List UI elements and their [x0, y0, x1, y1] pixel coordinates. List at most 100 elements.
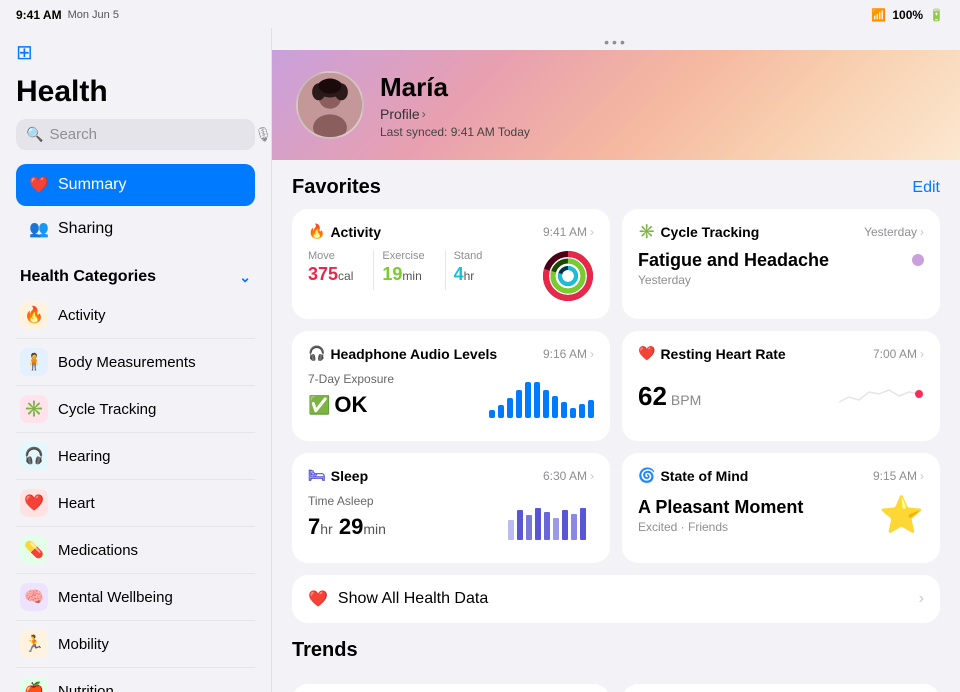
edit-button[interactable]: Edit: [912, 179, 940, 197]
trend-exercise-minutes[interactable]: 🔥 Exercise Minutes ›: [292, 684, 610, 692]
sleep-card-icon: 🛏: [308, 467, 326, 484]
sidebar-toggle-icon[interactable]: ⊞: [16, 40, 33, 65]
headphone-bars-chart: [489, 382, 594, 418]
search-bar[interactable]: 🔍 🎙: [16, 119, 255, 150]
sidebar-item-body-measurements[interactable]: 🧍 Body Measurements: [16, 339, 255, 386]
mental-wellbeing-icon: 🧠: [20, 583, 48, 611]
content-body: Favorites Edit 🔥 Activity 9:41 AM ›: [272, 160, 960, 692]
heart-icon: ❤️: [20, 489, 48, 517]
sidebar-item-mobility[interactable]: 🏃 Mobility: [16, 621, 255, 668]
cycle-tracking-card[interactable]: ✳️ Cycle Tracking Yesterday › Fatigue an…: [622, 209, 940, 319]
nav-item-summary[interactable]: ❤️ Summary: [16, 164, 255, 206]
headphone-card[interactable]: 🎧 Headphone Audio Levels 9:16 AM › 7-Day…: [292, 331, 610, 441]
three-dot-menu[interactable]: •••: [604, 34, 628, 50]
sleep-value-group: Time Asleep 7hr 29min: [308, 494, 386, 540]
state-of-mind-body: A Pleasant Moment Excited · Friends ⭐: [638, 494, 924, 536]
cycle-card-header: ✳️ Cycle Tracking Yesterday ›: [638, 223, 924, 240]
wifi-icon: 📶: [871, 8, 886, 22]
headphone-icon: 🎧: [308, 345, 325, 362]
category-label-activity: Activity: [58, 307, 106, 324]
sidebar-item-nutrition[interactable]: 🍎 Nutrition: [16, 668, 255, 692]
sleep-card[interactable]: 🛏 Sleep 6:30 AM › Time Asleep 7hr: [292, 453, 610, 563]
mind-sub: Excited · Friends: [638, 520, 803, 534]
cycle-chevron-icon: ›: [920, 225, 924, 239]
bar-9: [561, 402, 567, 418]
bar-1: [489, 410, 495, 418]
exercise-value: 19min: [382, 264, 424, 285]
headphone-card-header: 🎧 Headphone Audio Levels 9:16 AM ›: [308, 345, 594, 362]
nav-label-sharing: Sharing: [58, 220, 113, 238]
mic-icon[interactable]: 🎙: [254, 126, 272, 143]
sidebar-item-activity[interactable]: 🔥 Activity: [16, 292, 255, 339]
headphone-card-title: 🎧 Headphone Audio Levels: [308, 345, 497, 362]
show-all-icon: ❤️: [308, 589, 328, 609]
cycle-body: Fatigue and Headache Yesterday: [638, 250, 924, 287]
show-all-chevron-icon: ›: [919, 590, 924, 608]
app-container: ⊞ Health 🔍 🎙 ❤️ Summary 👥 Sharing Health…: [0, 28, 960, 692]
move-value: 375cal: [308, 264, 353, 285]
activity-card-title: 🔥 Activity: [308, 223, 381, 240]
category-label-heart: Heart: [58, 495, 95, 512]
bar-12: [588, 400, 594, 418]
sidebar-item-hearing[interactable]: 🎧 Hearing: [16, 433, 255, 480]
bar-10: [570, 408, 576, 418]
sidebar-item-mental-wellbeing[interactable]: 🧠 Mental Wellbeing: [16, 574, 255, 621]
state-of-mind-title: 🌀 State of Mind: [638, 467, 748, 484]
favorites-grid: 🔥 Activity 9:41 AM › Move: [292, 209, 940, 563]
activity-card[interactable]: 🔥 Activity 9:41 AM › Move: [292, 209, 610, 319]
chevron-down-icon[interactable]: ⌄: [239, 269, 251, 286]
resting-hr-card-header: ❤️ Resting Heart Rate 7:00 AM ›: [638, 345, 924, 362]
trends-row: 🔥 Exercise Minutes › ❤️ Walking Heart Ra…: [292, 684, 940, 692]
top-menu-bar: •••: [272, 28, 960, 50]
status-bar: 9:41 AM Mon Jun 5 📶 100% 🔋: [0, 0, 960, 28]
resting-hr-card[interactable]: ❤️ Resting Heart Rate 7:00 AM › 62 BP: [622, 331, 940, 441]
sleep-card-title: 🛏 Sleep: [308, 467, 368, 484]
trend-walking-hr[interactable]: ❤️ Walking Heart Rate Average ›: [622, 684, 940, 692]
status-day: Mon Jun 5: [68, 9, 119, 21]
activity-rings: [542, 250, 594, 302]
profile-info: María Profile › Last synced: 9:41 AM Tod…: [380, 72, 530, 139]
hr-value: 62: [638, 381, 667, 412]
app-title: Health: [16, 75, 255, 109]
state-of-mind-chevron-icon: ›: [920, 469, 924, 483]
favorites-section-header: Favorites Edit: [292, 160, 940, 209]
search-input[interactable]: [49, 126, 248, 143]
categories-section-header: Health Categories ⌄: [16, 258, 255, 292]
status-bar-right: 📶 100% 🔋: [871, 8, 944, 22]
ok-check-icon: ✅: [308, 395, 330, 416]
headphone-chevron-icon: ›: [590, 347, 594, 361]
category-label-hearing: Hearing: [58, 448, 111, 465]
state-of-mind-value-group: A Pleasant Moment Excited · Friends: [638, 497, 803, 534]
show-all-text: Show All Health Data: [338, 590, 909, 608]
headphone-card-time: 9:16 AM ›: [543, 347, 594, 361]
hr-unit: BPM: [671, 392, 701, 408]
status-bar-left: 9:41 AM Mon Jun 5: [16, 8, 119, 22]
category-label-medications: Medications: [58, 542, 138, 559]
sidebar-item-medications[interactable]: 💊 Medications: [16, 527, 255, 574]
state-of-mind-header: 🌀 State of Mind 9:15 AM ›: [638, 467, 924, 484]
status-time: 9:41 AM: [16, 8, 62, 22]
stand-value: 4hr: [454, 264, 483, 285]
sleep-time-display: 7hr 29min: [308, 514, 386, 540]
cycle-symptom: Fatigue and Headache: [638, 250, 829, 271]
activity-icon: 🔥: [20, 301, 48, 329]
resting-hr-card-time: 7:00 AM ›: [873, 347, 924, 361]
trends-title: Trends: [292, 639, 358, 662]
sidebar-item-cycle-tracking[interactable]: ✳️ Cycle Tracking: [16, 386, 255, 433]
sleep-sparkline: [504, 500, 594, 540]
hr-sparkline: [834, 372, 924, 412]
sleep-chevron-icon: ›: [590, 469, 594, 483]
show-all-row[interactable]: ❤️ Show All Health Data ›: [292, 575, 940, 623]
medications-icon: 💊: [20, 536, 48, 564]
nav-item-sharing[interactable]: 👥 Sharing: [16, 208, 255, 250]
resting-hr-card-title: ❤️ Resting Heart Rate: [638, 345, 786, 362]
sidebar: ⊞ Health 🔍 🎙 ❤️ Summary 👥 Sharing Health…: [0, 28, 272, 692]
state-of-mind-card[interactable]: 🌀 State of Mind 9:15 AM › A Pleasant Mom…: [622, 453, 940, 563]
profile-link[interactable]: Profile ›: [380, 106, 530, 122]
cycle-card-icon: ✳️: [638, 223, 655, 240]
bar-8: [552, 396, 558, 418]
state-of-mind-time: 9:15 AM ›: [873, 469, 924, 483]
sidebar-item-heart[interactable]: ❤️ Heart: [16, 480, 255, 527]
stat-divider-2: [445, 250, 446, 290]
bar-7: [543, 390, 549, 418]
